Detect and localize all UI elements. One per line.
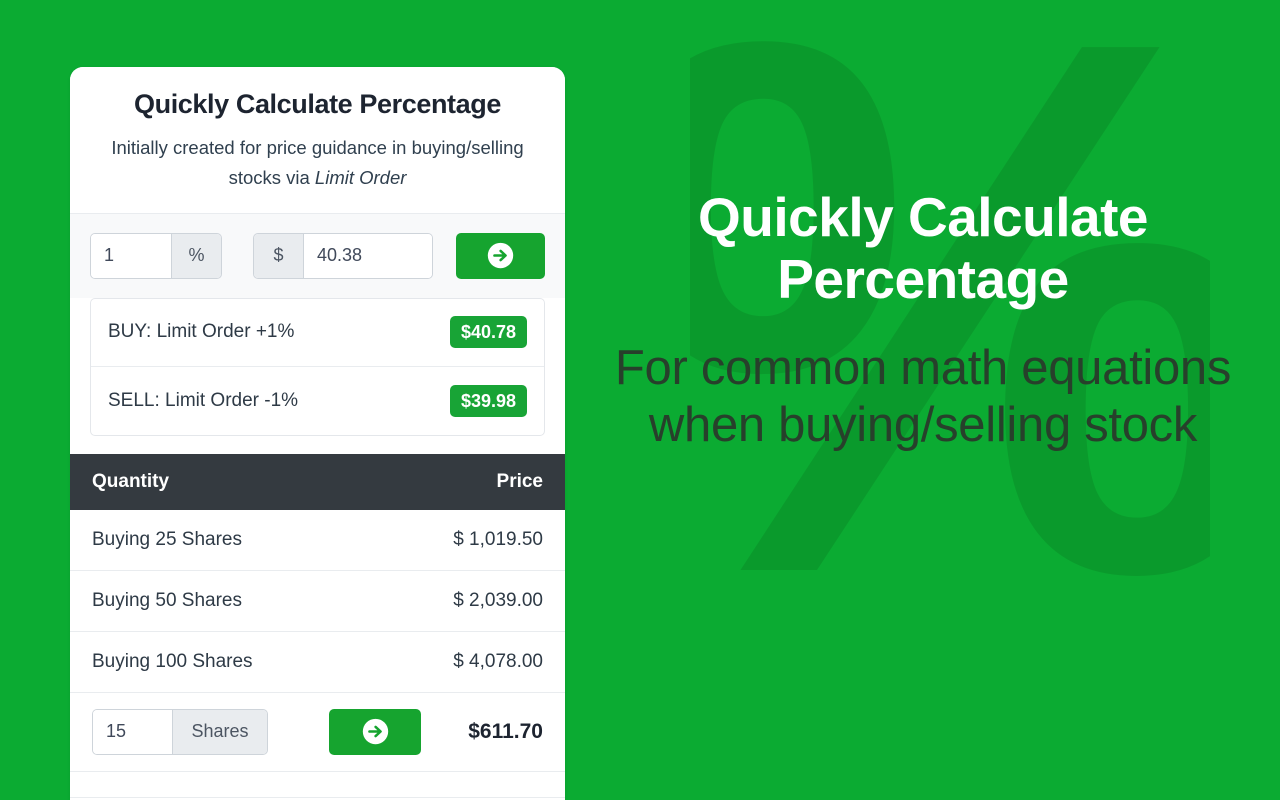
percent-input-group: % <box>90 232 222 279</box>
card-subtitle: Initially created for price guidance in … <box>92 133 543 193</box>
table-cell-price: $ 2,039.00 <box>453 589 543 611</box>
table-row: Buying 100 Shares $ 4,078.00 <box>70 632 565 693</box>
table-cell-quantity: Buying 25 Shares <box>92 528 242 550</box>
arrow-right-circle-icon <box>361 717 390 746</box>
limit-order-results: BUY: Limit Order +1% $40.78 SELL: Limit … <box>90 297 545 436</box>
column-header-quantity: Quantity <box>92 470 170 492</box>
calculator-input-row: % $ <box>70 213 565 298</box>
promo-panel: Quickly Calculate Percentage For common … <box>566 0 1280 800</box>
table-row-partial <box>70 772 565 798</box>
buy-limit-order-price-badge: $40.78 <box>449 316 527 349</box>
amount-input-group: $ <box>253 232 433 279</box>
percent-input[interactable] <box>91 233 171 278</box>
sell-limit-order-price-badge: $39.98 <box>449 384 527 417</box>
shares-input-group: Shares <box>92 708 268 755</box>
promo-title: Quickly Calculate Percentage <box>697 186 1149 311</box>
custom-shares-row: Shares $611.70 <box>70 693 565 772</box>
table-header-row: Quantity Price <box>70 453 565 510</box>
table-cell-quantity: Buying 100 Shares <box>92 650 253 672</box>
arrow-right-circle-icon <box>486 241 515 270</box>
shares-quantity-input[interactable] <box>93 709 172 754</box>
sell-limit-order-label: SELL: Limit Order -1% <box>108 389 299 411</box>
dollar-sign-addon: $ <box>254 233 304 278</box>
result-row-sell: SELL: Limit Order -1% $39.98 <box>91 367 544 435</box>
calculate-percentage-button[interactable] <box>456 232 545 279</box>
card-subtitle-emphasis: Limit Order <box>314 166 407 188</box>
card-title: Quickly Calculate Percentage <box>134 89 501 119</box>
promo-subtitle: For common math equations when buying/se… <box>614 341 1232 453</box>
table-cell-quantity: Buying 50 Shares <box>92 589 242 611</box>
table-cell-price: $ 1,019.50 <box>453 528 543 550</box>
table-cell-price: $ 4,078.00 <box>453 650 543 672</box>
buy-limit-order-label: BUY: Limit Order +1% <box>108 321 295 343</box>
percent-sign-addon: % <box>171 233 221 278</box>
amount-input[interactable] <box>304 233 432 278</box>
column-header-price: Price <box>496 470 543 492</box>
table-row: Buying 50 Shares $ 2,039.00 <box>70 571 565 632</box>
result-row-buy: BUY: Limit Order +1% $40.78 <box>91 299 544 367</box>
table-row: Buying 25 Shares $ 1,019.50 <box>70 510 565 571</box>
percentage-calculator-card: Quickly Calculate Percentage Initially c… <box>70 67 565 800</box>
calculate-shares-button[interactable] <box>329 708 421 755</box>
shares-label-addon: Shares <box>172 709 267 754</box>
shares-total-price: $611.70 <box>468 719 543 743</box>
card-header: Quickly Calculate Percentage Initially c… <box>70 67 565 214</box>
quantity-price-table: Quantity Price Buying 25 Shares $ 1,019.… <box>70 453 565 798</box>
